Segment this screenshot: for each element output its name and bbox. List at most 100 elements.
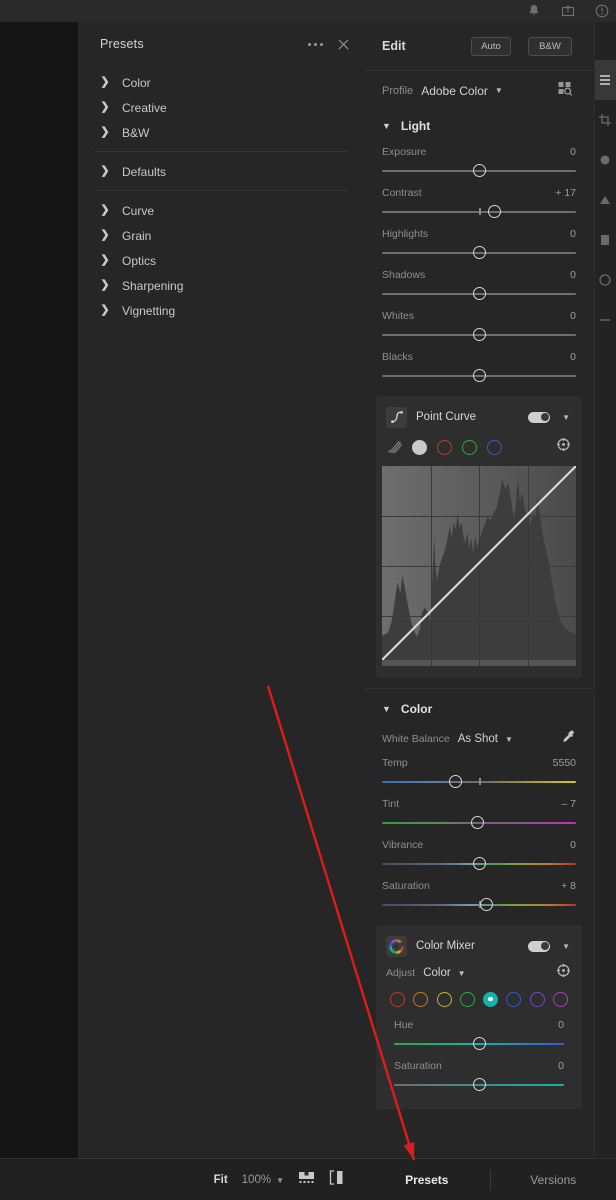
slider-knob[interactable]	[488, 205, 502, 218]
preset-group-color[interactable]: ❯ Color	[78, 70, 364, 95]
chevron-down-icon[interactable]: ▼	[562, 942, 570, 951]
preset-group-b-w[interactable]: ❯ B&W	[78, 120, 364, 145]
tab-presets[interactable]: Presets	[364, 1173, 490, 1187]
before-after-icon[interactable]	[329, 1170, 344, 1190]
mixer-swatch-yellow[interactable]	[436, 991, 452, 1007]
profile-browser-icon[interactable]	[556, 79, 574, 102]
chevron-right-icon: ❯	[100, 126, 110, 138]
target-adjust-icon[interactable]	[556, 963, 571, 983]
rail-item-presets[interactable]	[595, 220, 616, 260]
slider-exposure[interactable]: Exposure 0	[382, 142, 576, 183]
rail-item-versions[interactable]	[595, 260, 616, 300]
rail-item-edit[interactable]	[595, 60, 616, 100]
curve-channel-blue-channel[interactable]	[487, 439, 502, 455]
preset-group-creative[interactable]: ❯ Creative	[78, 95, 364, 120]
mixer-swatch-red[interactable]	[390, 991, 405, 1007]
slider-temp[interactable]: Temp 5550	[382, 753, 576, 794]
chevron-right-icon: ❯	[100, 254, 110, 266]
preset-group-defaults[interactable]: ❯ Defaults	[78, 159, 364, 184]
curve-channel-green-channel[interactable]	[462, 439, 477, 455]
zoom-level[interactable]: 100%	[242, 1174, 271, 1186]
rail-item-masking[interactable]	[595, 180, 616, 220]
chevron-down-icon[interactable]: ▼	[495, 86, 503, 95]
point-curve-toggle[interactable]	[528, 411, 550, 423]
point-curve-card: Point Curve ▼	[376, 396, 582, 678]
slider-knob[interactable]	[472, 164, 486, 177]
mixer-swatch-magenta[interactable]	[552, 991, 568, 1007]
curve-channel-red-channel[interactable]	[437, 439, 452, 455]
preset-group-vignetting[interactable]: ❯ Vignetting	[78, 298, 364, 323]
slider-knob[interactable]	[470, 816, 484, 829]
mixer-swatch-orange[interactable]	[413, 991, 429, 1007]
fit-button[interactable]: Fit	[214, 1174, 228, 1186]
color-sliders: Temp 5550 Tint – 7 Vibrance 0 Saturation + 8	[364, 753, 594, 917]
slider-value: 0	[570, 228, 576, 240]
slider-knob[interactable]	[472, 1037, 486, 1050]
mixer-swatch-blue[interactable]	[506, 991, 522, 1007]
slider-value: 5550	[552, 757, 576, 769]
slider-vibrance[interactable]: Vibrance 0	[382, 835, 576, 876]
curve-line[interactable]	[382, 466, 576, 660]
slider-label: Hue	[394, 1019, 414, 1031]
rail-item-crop[interactable]	[595, 100, 616, 140]
slider-tint[interactable]: Tint – 7	[382, 794, 576, 835]
slider-knob[interactable]	[472, 369, 486, 382]
slider-blacks[interactable]: Blacks 0	[382, 347, 576, 388]
adjust-value[interactable]: Color	[423, 967, 450, 979]
light-section-header[interactable]: ▼ Light	[364, 110, 594, 142]
chevron-down-icon[interactable]: ▼	[458, 969, 466, 978]
filmstrip-icon[interactable]	[298, 1170, 315, 1190]
chevron-down-icon[interactable]: ▼	[505, 735, 513, 744]
slider-hue[interactable]: Hue 0	[394, 1015, 564, 1056]
slider-whites[interactable]: Whites 0	[382, 306, 576, 347]
slider-shadows[interactable]: Shadows 0	[382, 265, 576, 306]
slider-knob[interactable]	[472, 857, 486, 870]
tab-versions[interactable]: Versions	[491, 1173, 616, 1187]
slider-knob[interactable]	[480, 898, 494, 911]
slider-label: Vibrance	[382, 839, 424, 851]
rail-item-info[interactable]	[595, 300, 616, 340]
profile-value[interactable]: Adobe Color	[421, 84, 488, 98]
tone-curve-graph[interactable]	[382, 466, 576, 666]
chevron-down-icon[interactable]: ▼	[562, 413, 570, 422]
chevron-down-icon[interactable]: ▼	[276, 1176, 284, 1185]
color-mixer-toggle[interactable]	[528, 940, 550, 952]
preset-group-optics[interactable]: ❯ Optics	[78, 248, 364, 273]
bottom-tabs: Presets Versions	[364, 1159, 616, 1200]
slider-contrast[interactable]: Contrast + 17	[382, 183, 576, 224]
slider-knob[interactable]	[449, 775, 463, 788]
slider-label: Whites	[382, 310, 415, 322]
slider-saturation[interactable]: Saturation 0	[394, 1056, 564, 1097]
bell-icon[interactable]	[526, 3, 542, 19]
more-options-icon[interactable]	[308, 42, 323, 46]
rail-item-healing[interactable]	[595, 140, 616, 180]
curve-channel-parametric-curve-icon[interactable]	[386, 439, 402, 455]
slider-saturation[interactable]: Saturation + 8	[382, 876, 576, 917]
photo-canvas[interactable]	[0, 22, 78, 1158]
bw-button[interactable]: B&W	[528, 36, 572, 56]
help-icon[interactable]	[594, 3, 610, 19]
slider-value: 0	[558, 1019, 564, 1031]
color-wheel-icon	[386, 935, 407, 957]
mixer-swatch-green[interactable]	[459, 991, 475, 1007]
slider-knob[interactable]	[472, 287, 486, 300]
preset-group-grain[interactable]: ❯ Grain	[78, 223, 364, 248]
white-balance-value[interactable]: As Shot	[458, 733, 498, 745]
close-icon[interactable]	[337, 38, 350, 51]
preset-group-sharpening[interactable]: ❯ Sharpening	[78, 273, 364, 298]
slider-knob[interactable]	[472, 246, 486, 259]
share-icon[interactable]	[560, 3, 576, 19]
preset-group-curve[interactable]: ❯ Curve	[78, 198, 364, 223]
slider-knob[interactable]	[472, 328, 486, 341]
target-adjust-icon[interactable]	[556, 437, 571, 457]
color-section-header[interactable]: ▼ Color	[364, 693, 594, 725]
eyedropper-icon[interactable]	[560, 729, 576, 750]
color-section-title: Color	[400, 702, 433, 716]
mixer-swatch-aqua[interactable]	[483, 991, 499, 1007]
slider-knob[interactable]	[472, 1078, 486, 1091]
auto-button[interactable]: Auto	[471, 36, 511, 56]
mixer-swatch-purple[interactable]	[529, 991, 545, 1007]
curve-channel-rgb-channel[interactable]	[412, 439, 427, 455]
slider-highlights[interactable]: Highlights 0	[382, 224, 576, 265]
preset-group-label: Defaults	[122, 164, 167, 179]
